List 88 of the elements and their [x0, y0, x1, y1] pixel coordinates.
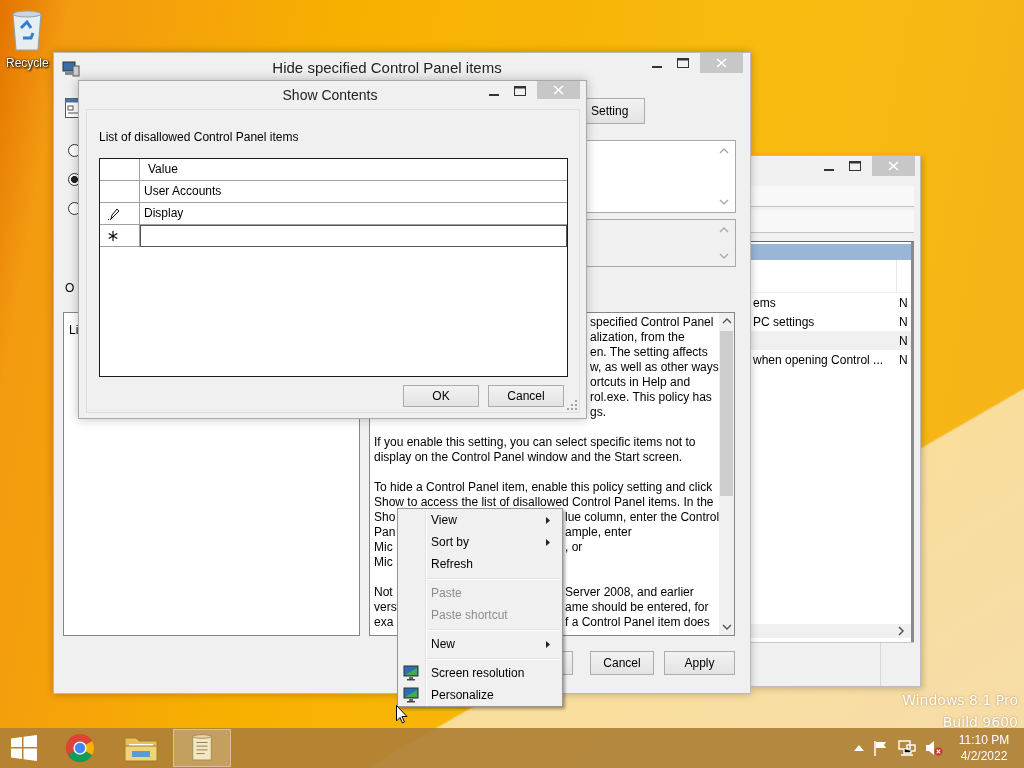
list-label: List of disallowed Control Panel items	[99, 130, 300, 145]
clock-date: 4/2/2022	[960, 748, 1008, 764]
row-header-cell	[100, 159, 140, 181]
help-text: To hide a Control Panel item, enable this policy setting and click	[374, 480, 713, 494]
help-text: specified Control Panel	[590, 315, 714, 329]
menu-item[interactable]: Sort by	[398, 531, 562, 553]
setting-name: ems	[752, 295, 777, 310]
computer-icon	[62, 61, 80, 77]
submenu-arrow-icon	[546, 538, 550, 546]
dialog-button[interactable]: Cancel	[590, 651, 654, 675]
scrollbar[interactable]	[719, 313, 734, 635]
setting-state: N	[899, 333, 908, 348]
help-text: vers	[374, 600, 397, 615]
menu-item[interactable]: New	[398, 633, 562, 655]
help-text: ample, enter	[565, 525, 632, 540]
help-text: rol.exe. This policy has	[590, 390, 712, 404]
dialog-button[interactable]: Apply	[664, 651, 735, 675]
help-text: en. The setting affects	[590, 345, 708, 359]
submenu-arrow-icon	[546, 640, 550, 648]
setting-name: PC settings	[752, 314, 816, 329]
help-text: alization, from the	[590, 330, 685, 344]
help-text: Server 2008, and earlier	[565, 585, 694, 600]
help-text: Mic	[374, 540, 393, 555]
setting-state: N	[899, 314, 908, 329]
help-text: , or	[565, 540, 583, 555]
scroll-down-icon[interactable]	[721, 623, 732, 631]
setting-state: N	[899, 352, 908, 367]
help-text: Not	[374, 585, 393, 600]
column-header[interactable]: Value	[140, 159, 567, 181]
list-row[interactable]: PC settings N	[750, 312, 911, 331]
help-text: ortcuts in Help and	[590, 375, 691, 389]
help-text: w, as well as other ways	[590, 360, 719, 374]
next-setting-button[interactable]: Setting	[586, 98, 645, 124]
row-header-cell[interactable]	[100, 225, 140, 247]
help-text: gs.	[590, 405, 606, 419]
watermark-text: Build 9600	[942, 714, 1018, 730]
help-text: f a Control Panel item does	[565, 615, 710, 630]
table-cell[interactable]: Display	[140, 203, 567, 225]
list-row[interactable]: when opening Control ... N	[750, 350, 911, 369]
menu-item[interactable]: Screen resolution	[398, 662, 562, 684]
scroll-up-icon[interactable]	[721, 317, 732, 325]
help-text: Mic	[374, 555, 393, 569]
monitor-icon	[403, 665, 419, 681]
help-text: display on the Control Panel window and the Start screen.	[374, 450, 683, 464]
menu-item[interactable]: View	[398, 509, 562, 531]
help-text: lue column, enter the Control	[565, 510, 720, 525]
options-label: O	[65, 281, 75, 296]
windows-logo-icon	[11, 735, 37, 761]
help-text: exa	[374, 615, 394, 630]
list-row[interactable]: N	[750, 331, 911, 350]
setting-state: N	[899, 295, 908, 310]
scrollbar[interactable]	[750, 624, 911, 638]
scroll-thumb[interactable]	[720, 331, 733, 496]
options-text: Li	[68, 322, 80, 337]
flag-icon[interactable]	[873, 740, 889, 756]
menu-item[interactable]: Refresh	[398, 553, 562, 575]
value-grid[interactable]: Value User Accounts Display	[99, 158, 568, 377]
list-row[interactable]: ems N	[750, 293, 911, 312]
dialog-button[interactable]: OK	[403, 385, 479, 407]
dialog-title: Show Contents	[281, 86, 379, 105]
help-text: Pan	[374, 525, 396, 540]
show-hidden-icons-icon[interactable]	[854, 745, 864, 751]
row-header-cell[interactable]	[100, 181, 140, 203]
table-cell[interactable]	[140, 225, 567, 247]
row-header-cell[interactable]	[100, 203, 140, 225]
menu-item[interactable]: Personalize	[398, 684, 562, 706]
mouse-pointer-icon	[396, 705, 408, 724]
speaker-muted-icon[interactable]	[925, 740, 943, 756]
help-text: Sho	[374, 510, 396, 525]
monitor-icon	[403, 687, 419, 703]
browser-icon	[65, 733, 95, 763]
help-text: If you enable this setting, you can select specific items not to	[374, 435, 696, 449]
scroll-document-icon	[190, 734, 214, 762]
network-icon[interactable]	[898, 740, 916, 756]
help-text: Show to access the list of disallowed Control Panel items. In the	[374, 495, 714, 509]
help-text: ame should be entered, for	[565, 600, 709, 615]
clock-time: 11:10 PM	[958, 732, 1010, 748]
setting-name: when opening Control ...	[752, 352, 885, 367]
resize-grip-icon[interactable]	[567, 400, 577, 410]
pencil-icon	[108, 207, 120, 220]
taskbar-button[interactable]	[173, 729, 231, 767]
submenu-arrow-icon	[546, 516, 550, 524]
table-cell[interactable]: User Accounts	[140, 181, 567, 203]
window-title: Hide specified Control Panel items	[271, 58, 503, 78]
watermark-text: Windows 8.1 Pro	[902, 692, 1018, 708]
dialog-button[interactable]: Cancel	[488, 385, 564, 407]
scroll-right-icon[interactable]	[897, 626, 905, 636]
asterisk-icon	[108, 230, 118, 241]
